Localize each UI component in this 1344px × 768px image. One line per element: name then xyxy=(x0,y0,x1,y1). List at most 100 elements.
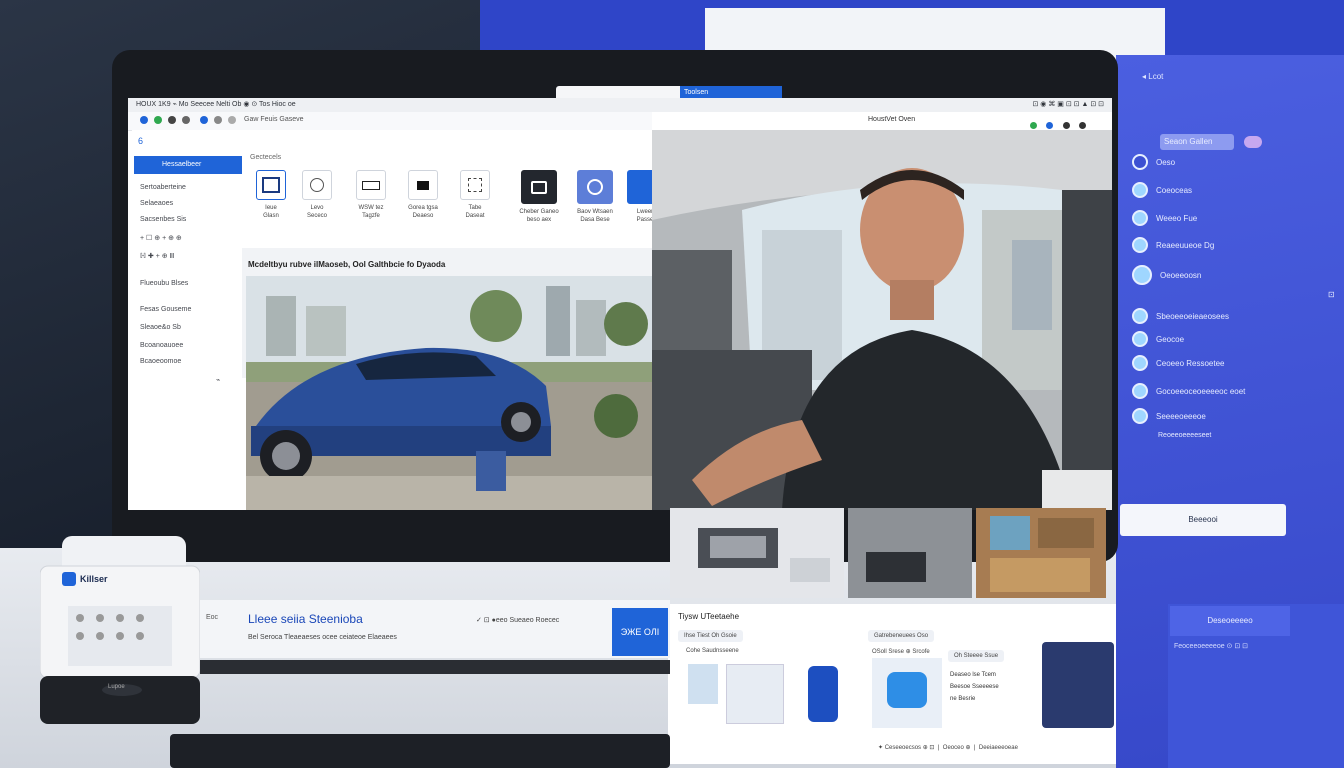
grid-icon xyxy=(460,170,490,200)
person-in-car xyxy=(652,130,1112,510)
panel-item[interactable]: Ceoeeo Ressoetee xyxy=(1132,355,1225,371)
tool-tile-label: WSW tez Tagzfe xyxy=(358,205,384,219)
store-title[interactable]: Lleee seiia Steenioba xyxy=(248,612,363,626)
card-line: Deaseo lse Tcem xyxy=(950,672,996,678)
link-icon xyxy=(1132,355,1148,371)
product-image[interactable] xyxy=(688,664,718,704)
g-icon[interactable] xyxy=(140,116,148,124)
card-pill[interactable]: Oh Steeee Ssue xyxy=(948,650,1005,662)
tool-tile-label: Baov Wtsaen Dasa Bese xyxy=(577,209,613,223)
laptop-bottom-bar: Eoc Lleee seiia Steenioba Bel Seroca Tle… xyxy=(200,600,670,658)
section-label: Gectecels xyxy=(250,154,282,161)
panel-side-mark: ⊡ xyxy=(1328,290,1335,299)
video-controls[interactable] xyxy=(1030,116,1100,129)
address-bar[interactable]: Gaw Feuis Gaseve xyxy=(244,116,304,123)
green-dot-icon[interactable] xyxy=(154,116,162,124)
tool-tile[interactable]: Levo Sececo xyxy=(294,170,340,220)
store-subtitle: Bel Seroca Tleaeaeses ocee ceiateoe Elae… xyxy=(248,634,397,641)
app-logo[interactable]: 6 xyxy=(138,136,143,146)
panel-lower-button[interactable]: Deseoeeeeo xyxy=(1170,606,1290,636)
panel-item[interactable]: Oeso xyxy=(1132,154,1175,170)
cloud-icon xyxy=(1132,308,1148,324)
tool-tile[interactable]: Ieue Glasn xyxy=(248,170,294,220)
product-card: Tiysw UTeetaehe Ihse Tiest Oh Gsoie Gatr… xyxy=(668,604,1116,764)
phone-image[interactable] xyxy=(808,666,838,722)
panel-item-label: Reaeeuueoe Dg xyxy=(1156,240,1215,250)
panel-item[interactable]: Weeeo Fue xyxy=(1132,210,1197,226)
primary-button[interactable]: ЭЖЕ ОЛІ xyxy=(612,608,668,656)
car-photo[interactable] xyxy=(246,276,652,510)
pin-icon[interactable] xyxy=(168,116,176,124)
product-image[interactable] xyxy=(726,664,784,724)
video-header: HoustVet Oven xyxy=(652,112,1112,131)
refresh-icon[interactable] xyxy=(214,116,222,124)
camera-icon xyxy=(1132,182,1148,198)
panel-item[interactable]: Coeoceas xyxy=(1132,182,1192,198)
sidebar-item[interactable]: Sertoaberteine xyxy=(140,184,186,191)
back-link[interactable]: ◂ Lcot xyxy=(1142,72,1163,81)
menu-bar-items[interactable]: HOUX 1K9 ⌁ Mo Seecee Nelti Ob ◉ ⊙ Tos Hi… xyxy=(136,100,296,108)
panel-item-label: Sbeoeeoeieaeosees xyxy=(1156,311,1229,321)
sidebar-item[interactable]: Bcaoeoomoe xyxy=(140,358,181,365)
sidebar-item[interactable]: Selaeaoes xyxy=(140,200,173,207)
globe-icon xyxy=(1132,265,1152,285)
smart-speaker-device: Killser Lupoe xyxy=(39,536,201,724)
sidebar-item[interactable]: + ☐ ⊕ + ⊕ ⊕ xyxy=(140,234,182,242)
sidebar-item[interactable]: Fesas Gouseme xyxy=(140,306,191,313)
card-pill[interactable]: Gatrebeneuees Oso xyxy=(868,630,935,642)
panel-item[interactable]: Seeeeoeeeoe xyxy=(1132,408,1206,424)
sidebar-item[interactable]: Sacsenbes Sis xyxy=(140,216,186,223)
panel-item[interactable]: Sbeoeeoeieaeosees xyxy=(1132,308,1229,324)
wifi-icon xyxy=(1132,210,1148,226)
device-logo: Lupoe xyxy=(108,684,125,690)
camera-toggle-icon[interactable] xyxy=(1062,122,1070,129)
target-icon xyxy=(577,170,613,204)
card-pill[interactable]: Ihse Tiest Oh Gsoie xyxy=(678,630,743,642)
product-image[interactable] xyxy=(872,658,942,728)
sidebar-item[interactable]: ℍ ✚ + ⊕ Ⅲ xyxy=(140,252,174,260)
menu-bar: HOUX 1K9 ⌁ Mo Seecee Nelti Ob ◉ ⊙ Tos Hi… xyxy=(128,98,1112,113)
product-image[interactable] xyxy=(1042,642,1114,728)
sidebar-item[interactable]: Bcoanoauoee xyxy=(140,342,183,349)
sidebar-footer-icon[interactable]: ⌁ xyxy=(216,376,220,384)
panel-item[interactable]: Geocoe xyxy=(1132,331,1184,347)
mic-icon[interactable] xyxy=(1046,122,1054,129)
panel-item[interactable]: Oeoeeoosn xyxy=(1132,265,1201,285)
tool-tile[interactable]: Gorea tgsa Deaeso xyxy=(400,170,446,220)
card-line: ne Besrie xyxy=(950,696,976,702)
sidebar-item[interactable]: Sleaoe&o Sb xyxy=(140,324,181,331)
lamp-icon xyxy=(1132,408,1148,424)
panel-item-label: Weeeo Fue xyxy=(1156,213,1198,223)
card-sub: Cohe Saudnsseene xyxy=(686,648,739,654)
panel-action-button[interactable]: Beeeooi xyxy=(1120,504,1286,536)
sidebar-item-selected[interactable]: Hessaelbeer xyxy=(134,156,242,174)
panel-item-label: Ceoeeo Ressoetee xyxy=(1156,358,1225,368)
device-brand: Killser xyxy=(80,574,108,584)
settings-icon[interactable] xyxy=(1079,122,1087,129)
panel-item[interactable]: Reaeeuueoe Dg xyxy=(1132,237,1214,253)
extension-icon[interactable] xyxy=(182,116,190,124)
drop-icon xyxy=(1132,331,1148,347)
tool-tile-label: Ieue Glasn xyxy=(263,205,279,219)
panel-search-field[interactable]: Seaon Gallen xyxy=(1160,134,1234,150)
device-body xyxy=(39,536,201,724)
panel-item[interactable]: Gocoeeoceoeeeeoc eoet xyxy=(1132,383,1245,399)
clock-icon xyxy=(302,170,332,200)
tool-tile[interactable]: Cheber Ganeo beso aex xyxy=(516,170,562,224)
circle-icon xyxy=(1132,154,1148,170)
star-icon[interactable] xyxy=(200,116,208,124)
record-icon[interactable] xyxy=(1030,122,1037,129)
tool-tile[interactable]: WSW tez Tagzfe xyxy=(348,170,394,220)
panel-item-label: Coeoceas xyxy=(1156,185,1193,195)
laptop-hinge xyxy=(200,660,670,674)
tool-tile-label: Levo Sececo xyxy=(306,205,327,219)
heart-icon[interactable] xyxy=(1244,136,1262,148)
car-illustration xyxy=(246,276,652,510)
sidebar-item[interactable]: Flueoubu Blses xyxy=(140,280,188,287)
laptop-base xyxy=(170,734,670,768)
bottom-right-links[interactable]: ✓ ⊡ ●eeo Sueaeo Roecec xyxy=(476,616,559,624)
thumbnails xyxy=(670,508,1106,598)
video-feed[interactable] xyxy=(652,130,1112,510)
tool-tile[interactable]: Baov Wtsaen Dasa Bese xyxy=(572,170,618,224)
tool-tile[interactable]: Tabe Daseat xyxy=(452,170,498,220)
